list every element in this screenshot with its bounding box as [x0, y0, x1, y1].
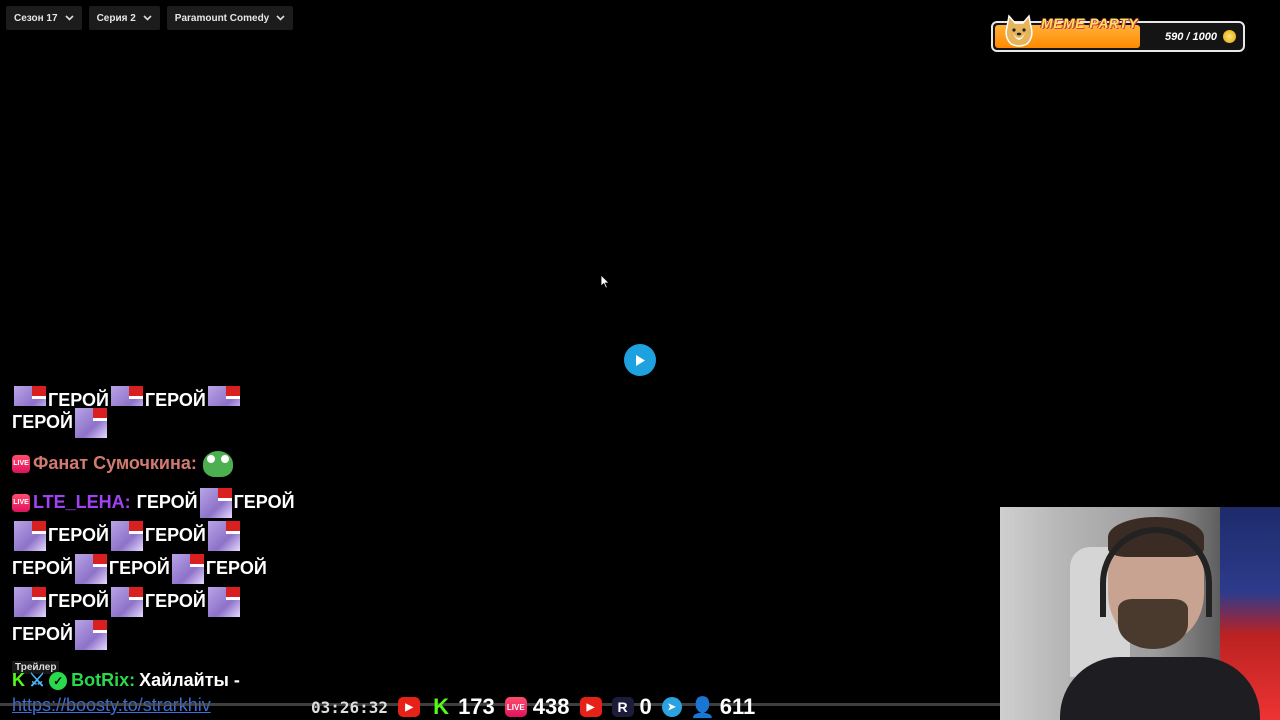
- emote-icon: [110, 520, 143, 551]
- kick-icon: K: [433, 694, 449, 719]
- telegram-icon: ➤: [661, 697, 682, 717]
- chat-message: LIVE LTE_LEHA: ГЕРОЙ ГЕРОЙ ГЕРОЙ ГЕРОЙ Г…: [12, 486, 302, 651]
- season-dropdown[interactable]: Сезон 17: [6, 6, 82, 30]
- meme-party-count: 590 / 1000: [1165, 31, 1217, 43]
- play-button[interactable]: [624, 344, 656, 376]
- vk-live-badge-icon: LIVE: [12, 493, 30, 512]
- chat-text: ГЕРОЙ: [48, 390, 109, 406]
- emote-icon: [207, 520, 240, 551]
- emote-icon: [171, 553, 204, 584]
- chevron-down-icon: [64, 15, 74, 21]
- vk-video-icon: ▶: [579, 697, 602, 717]
- chat-message: LIVE Фанат Сумочкина:: [12, 447, 302, 480]
- channel-dropdown-label: Paramount Comedy: [174, 12, 270, 24]
- chat-text: Хайлайты -: [139, 670, 240, 690]
- sword-icon: ⚔: [29, 670, 46, 690]
- emote-icon: [14, 586, 46, 617]
- kick-logo-icon: K: [12, 670, 25, 690]
- chat-username: BotRix:: [71, 670, 136, 690]
- viewers-count: 611: [719, 694, 756, 719]
- emote-icon: [199, 487, 232, 518]
- emote-icon: [14, 520, 46, 551]
- rutube-count: 0: [639, 694, 652, 719]
- stream-stats-bar: 03:26:32 ▶ K 173 LIVE 438 ▶ R 0 ➤ 👤 611: [311, 694, 755, 720]
- chat-text: ГЕРОЙ: [233, 492, 295, 512]
- chat-overlay: ГЕРОЙ ГЕРОЙ ГЕРОЙ LIVE Фанат Сумочкина: …: [12, 385, 302, 651]
- emote-icon: [110, 385, 143, 406]
- rutube-icon: R: [611, 697, 634, 717]
- chat-message: ГЕРОЙ: [12, 406, 302, 439]
- webcam-feed: [1000, 507, 1280, 720]
- meme-party-widget: MEME PARTY 590 / 1000: [991, 14, 1245, 52]
- chat-message: K ⚔ ✓ BotRix: Хайлайты -: [12, 670, 240, 691]
- vk-live-count: 438: [532, 694, 570, 719]
- coin-icon: [1223, 30, 1236, 43]
- episode-dropdown-label: Серия 2: [96, 12, 136, 24]
- doge-icon: [1005, 14, 1033, 47]
- chevron-down-icon: [276, 15, 285, 21]
- chat-username: LTE_LEHA:: [33, 492, 131, 512]
- player-top-controls: Сезон 17 Серия 2 Paramount Comedy: [6, 6, 294, 30]
- user-icon: 👤: [690, 696, 716, 719]
- stream-layout: Сезон 17 Серия 2 Paramount Comedy MEME P…: [0, 0, 1280, 720]
- episode-dropdown[interactable]: Серия 2: [88, 6, 160, 30]
- emote-icon: [14, 385, 46, 406]
- youtube-icon: ▶: [398, 697, 421, 717]
- chat-text: ГЕРОЙ: [48, 591, 109, 611]
- vk-live-badge-icon: LIVE: [12, 454, 30, 473]
- verified-check-icon: ✓: [49, 671, 68, 690]
- chat-username: Фанат Сумочкина:: [33, 453, 197, 473]
- chat-text: ГЕРОЙ: [136, 492, 198, 512]
- chat-text: ГЕРОЙ: [12, 412, 73, 432]
- emote-icon: [74, 407, 107, 438]
- emote-icon: [110, 586, 143, 617]
- chat-text: ГЕРОЙ: [144, 591, 206, 611]
- emote-icon: [74, 619, 107, 650]
- chat-text: ГЕРОЙ: [12, 558, 73, 578]
- rutube-stat: R 0: [611, 694, 652, 720]
- emote-icon: [207, 586, 240, 617]
- pepe-frog-emote-icon: [202, 450, 233, 477]
- chat-text: ГЕРОЙ: [48, 525, 109, 545]
- chat-message: ГЕРОЙ ГЕРОЙ: [12, 384, 302, 406]
- chevron-down-icon: [143, 15, 152, 21]
- channel-dropdown[interactable]: Paramount Comedy: [166, 6, 294, 30]
- meme-party-title: MEME PARTY: [1041, 15, 1139, 31]
- chat-text: ГЕРОЙ: [108, 558, 170, 578]
- mouse-cursor-icon: [600, 274, 610, 289]
- vk-live-icon: LIVE: [504, 697, 527, 717]
- vk-live-stat: LIVE 438: [504, 694, 570, 720]
- chat-text: ГЕРОЙ: [12, 624, 73, 644]
- person-shirt: [1060, 657, 1260, 720]
- emote-icon: [207, 385, 240, 406]
- emote-icon: [74, 553, 107, 584]
- play-icon: [636, 354, 645, 366]
- chat-text: ГЕРОЙ: [144, 390, 206, 406]
- season-dropdown-label: Сезон 17: [14, 12, 58, 24]
- chat-text: ГЕРОЙ: [205, 558, 267, 578]
- kick-stat: K 173: [430, 694, 495, 720]
- kick-count: 173: [458, 694, 495, 719]
- viewers-stat: 👤 611: [690, 694, 756, 720]
- chat-text: ГЕРОЙ: [144, 525, 206, 545]
- stream-timer: 03:26:32: [311, 697, 389, 717]
